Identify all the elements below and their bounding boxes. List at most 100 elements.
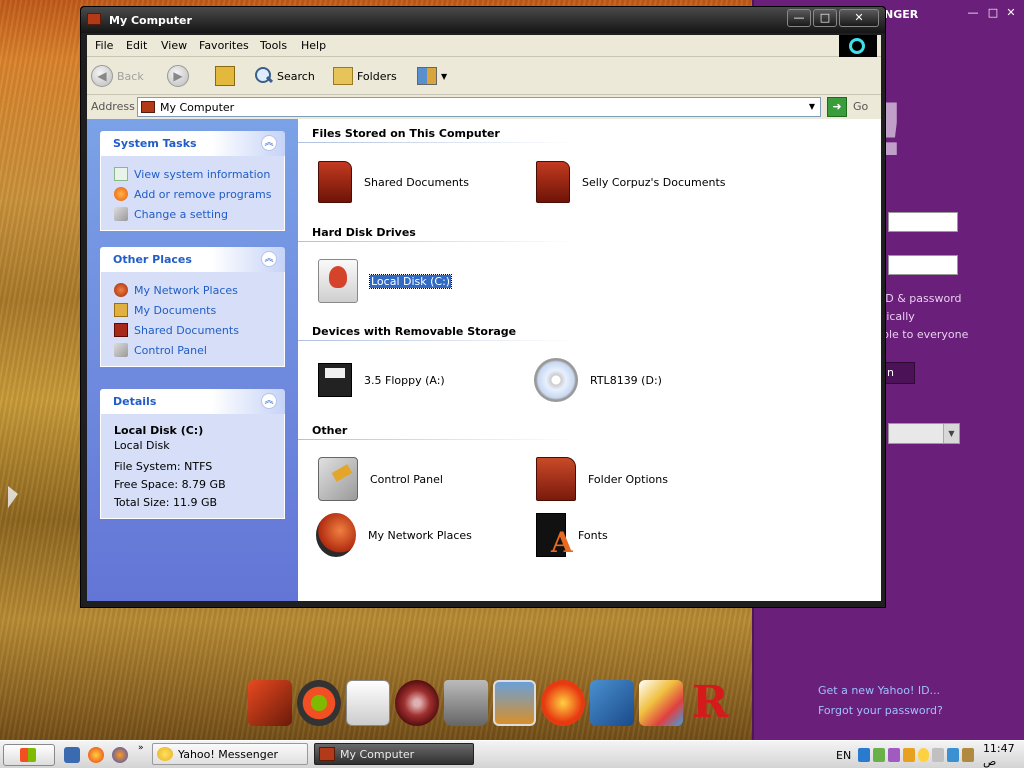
security-icon[interactable] — [902, 748, 915, 762]
menu-view[interactable]: View — [161, 39, 187, 52]
yahoo-option-text-2: tically — [882, 310, 915, 323]
item-control-panel[interactable]: Control Panel — [318, 454, 443, 504]
yahoo-option-text-1: ID & password — [882, 292, 962, 305]
my-computer-dock-icon[interactable] — [248, 680, 292, 726]
recycle-bin-dock-icon[interactable] — [443, 680, 488, 726]
network-places-icon — [316, 513, 356, 557]
go-button[interactable]: Go — [853, 100, 868, 113]
menu-help[interactable]: Help — [301, 39, 326, 52]
close-button[interactable]: ✕ — [839, 9, 879, 27]
taskbar-yahoo-messenger[interactable]: Yahoo! Messenger — [152, 743, 308, 765]
chevron-down-icon[interactable]: ▼ — [804, 98, 820, 116]
item-fonts[interactable]: Fonts — [536, 510, 608, 560]
item-user-documents[interactable]: Selly Corpuz's Documents — [536, 157, 726, 207]
address-input[interactable]: My Computer ▼ — [137, 97, 821, 117]
collapse-icon[interactable]: ︽ — [261, 251, 277, 267]
messenger-tray-icon[interactable] — [917, 748, 930, 762]
my-computer-icon — [141, 101, 155, 113]
show-desktop-icon[interactable] — [64, 747, 80, 763]
language-indicator[interactable]: EN — [836, 749, 851, 762]
quick-launch-expand-icon[interactable]: » — [138, 743, 144, 753]
firefox-icon[interactable] — [112, 747, 128, 763]
yahoo-window-title: NGER — [884, 8, 919, 21]
close-icon[interactable]: ✕ — [1004, 6, 1018, 19]
chevron-down-icon: ▼ — [441, 71, 448, 81]
wallpaper-dock-icon[interactable] — [492, 680, 537, 726]
search-button[interactable]: Search — [255, 64, 315, 88]
details-panel: Details ︽ Local Disk (C:) Local Disk Fil… — [100, 389, 285, 519]
windows-logo-icon — [20, 748, 36, 762]
add-remove-programs-link[interactable]: Add or remove programs — [114, 184, 284, 204]
network-icon[interactable] — [858, 748, 871, 762]
other-places-shared-docs[interactable]: Shared Documents — [114, 320, 284, 340]
update-icon[interactable] — [947, 748, 960, 762]
hard-disk-dock-icon[interactable] — [345, 680, 390, 726]
minimize-button[interactable]: — — [787, 9, 811, 27]
mouse-cursor-icon — [8, 486, 18, 508]
volume-icon[interactable] — [873, 748, 885, 762]
other-places-header[interactable]: Other Places ︽ — [100, 247, 285, 272]
folders-button[interactable]: Folders — [333, 64, 397, 88]
other-places-control-panel[interactable]: Control Panel — [114, 340, 284, 360]
yahoo-id-input[interactable] — [888, 212, 958, 232]
window-title: My Computer — [109, 14, 192, 27]
back-button[interactable]: ◀ Back — [91, 64, 144, 88]
details-file-system: File System: NTFS — [114, 460, 213, 473]
maximize-icon[interactable]: □ — [986, 6, 1000, 19]
menu-favorites[interactable]: Favorites — [199, 39, 249, 52]
start-button[interactable] — [3, 744, 55, 766]
other-places-network[interactable]: My Network Places — [114, 280, 284, 300]
my-computer-window: My Computer — □ ✕ File Edit View Favorit… — [80, 6, 886, 608]
collapse-icon[interactable]: ︽ — [261, 393, 277, 409]
yahoo-password-input[interactable] — [888, 255, 958, 275]
taskbar-my-computer[interactable]: My Computer — [314, 743, 474, 765]
change-setting-link[interactable]: Change a setting — [114, 204, 284, 224]
taskbar: » Yahoo! Messenger My Computer EN 11:47 … — [0, 740, 1024, 768]
window-titlebar[interactable]: My Computer — □ ✕ — [81, 7, 885, 33]
forgot-password-link[interactable]: Forgot your password? — [818, 704, 943, 717]
collapse-icon[interactable]: ︽ — [261, 135, 277, 151]
menu-bar: File Edit View Favorites Tools Help — [87, 35, 881, 57]
maximize-button[interactable]: □ — [813, 9, 837, 27]
control-panel-icon — [114, 343, 128, 357]
menu-tools[interactable]: Tools — [260, 39, 287, 52]
menu-file[interactable]: File — [95, 39, 113, 52]
control-panel-icon — [114, 207, 128, 221]
yahoo-signin-button[interactable]: n — [882, 362, 915, 384]
cd-dock-icon[interactable] — [394, 680, 439, 726]
forward-button[interactable]: ▶ — [167, 64, 189, 88]
item-floppy[interactable]: 3.5 Floppy (A:) — [318, 355, 445, 405]
paint-dock-icon[interactable] — [639, 680, 684, 726]
forward-arrow-icon: ▶ — [167, 65, 189, 87]
item-cd-drive[interactable]: RTL8139 (D:) — [534, 355, 662, 405]
item-network-places[interactable]: My Network Places — [316, 510, 472, 560]
group-divider — [298, 241, 578, 242]
browser-icon[interactable] — [88, 747, 104, 763]
fonts-icon — [536, 513, 573, 559]
internet-explorer-dock-icon[interactable] — [541, 680, 586, 726]
r-dock-icon[interactable]: R — [688, 680, 732, 726]
go-arrow-icon[interactable]: ➜ — [827, 97, 847, 117]
item-folder-options[interactable]: Folder Options — [536, 454, 668, 504]
views-button[interactable]: ▼ — [417, 64, 447, 88]
view-system-info-link[interactable]: View system information — [114, 164, 284, 184]
system-tasks-header[interactable]: System Tasks ︽ — [100, 131, 285, 156]
weather-dock-icon[interactable] — [590, 680, 635, 726]
yahoo-messenger-icon — [157, 747, 173, 761]
content-pane: Files Stored on This Computer Shared Doc… — [298, 119, 881, 601]
address-bar: Address My Computer ▼ ➜ Go — [87, 95, 881, 119]
menu-edit[interactable]: Edit — [126, 39, 147, 52]
clock[interactable]: 11:47 ص — [983, 742, 1024, 768]
details-header[interactable]: Details ︽ — [100, 389, 285, 414]
other-places-documents[interactable]: My Documents — [114, 300, 284, 320]
item-local-disk[interactable]: Local Disk (C:) — [318, 256, 453, 306]
yahoo-status-select[interactable]: ▼ — [888, 423, 960, 444]
tray-app-icon[interactable] — [932, 748, 945, 762]
get-yahoo-id-link[interactable]: Get a new Yahoo! ID... — [818, 684, 940, 697]
tools-icon[interactable] — [962, 748, 974, 762]
start-orb-dock-icon[interactable] — [296, 680, 341, 726]
tray-app-icon[interactable] — [887, 748, 900, 762]
up-button[interactable] — [215, 64, 235, 88]
item-shared-documents[interactable]: Shared Documents — [318, 157, 469, 207]
minimize-icon[interactable]: — — [966, 6, 980, 19]
